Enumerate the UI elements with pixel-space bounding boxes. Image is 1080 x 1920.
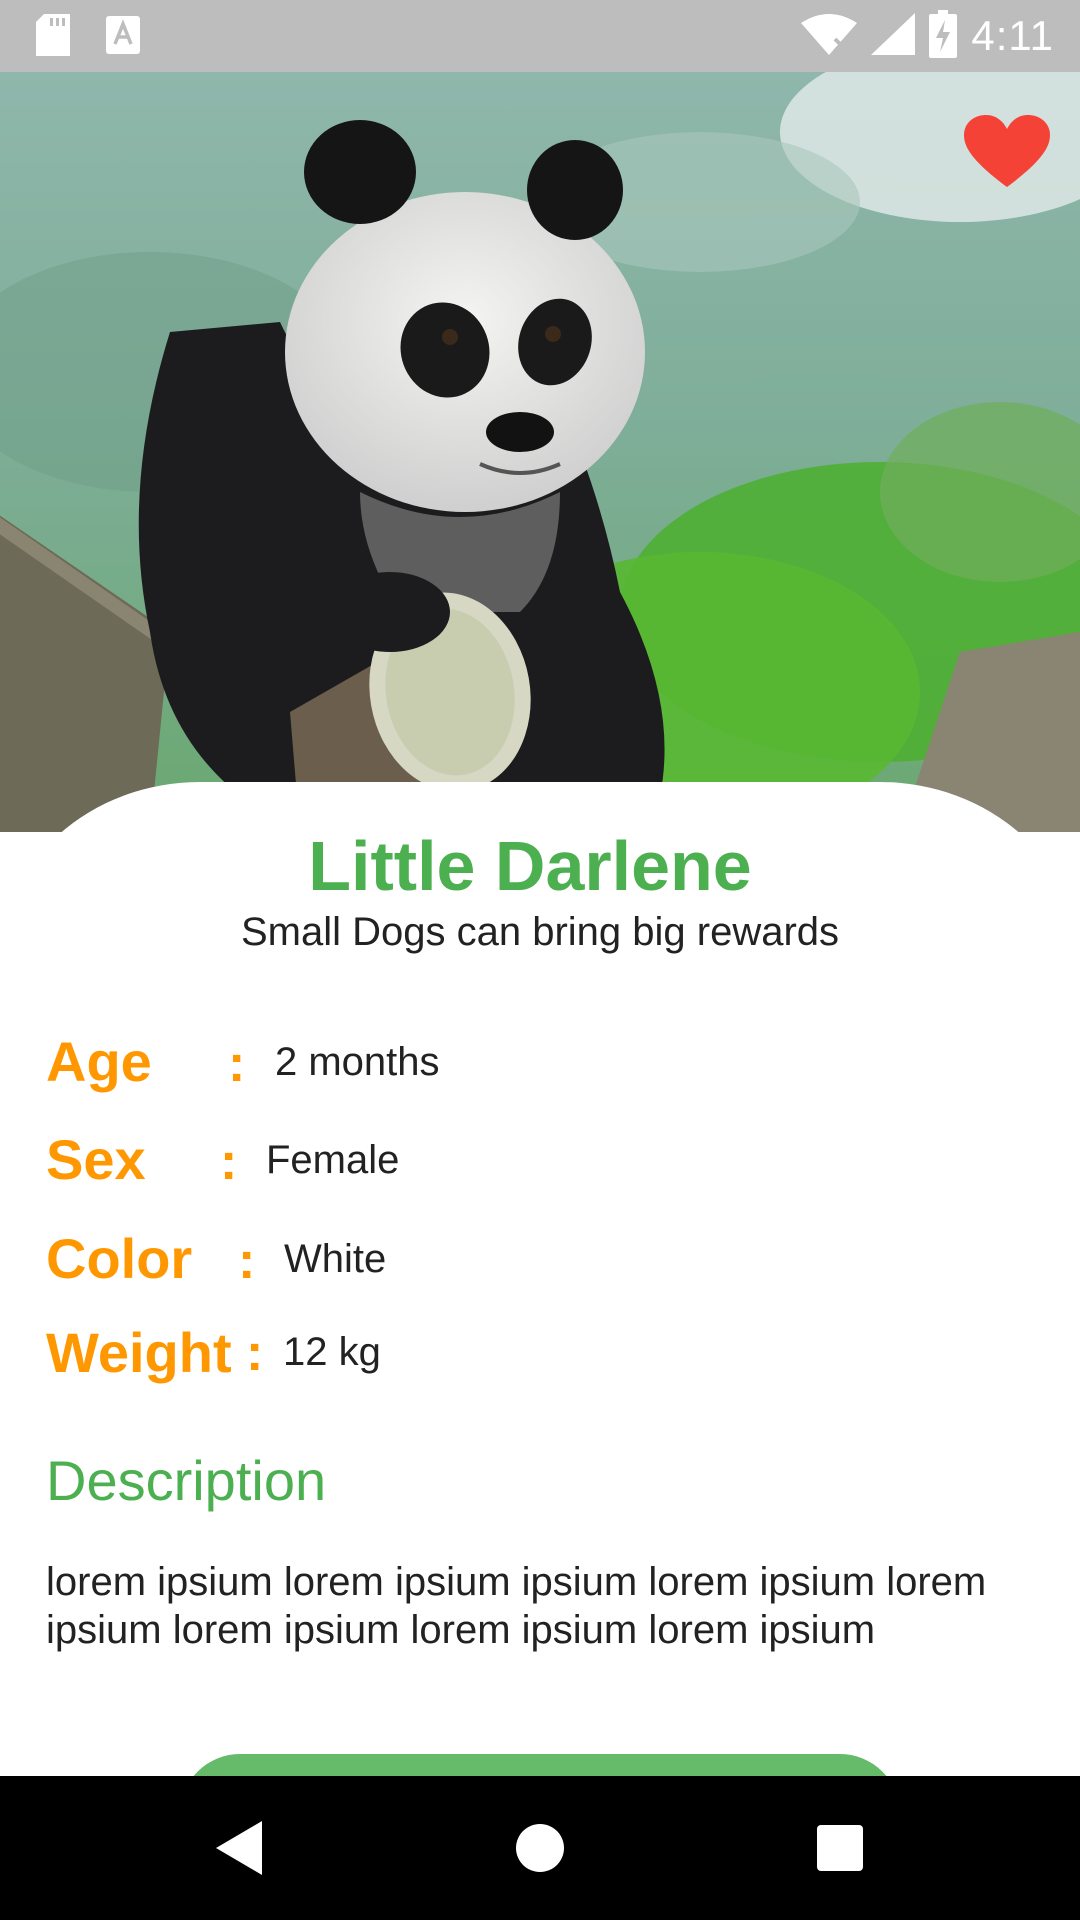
pet-tagline: Small Dogs can bring big rewards xyxy=(240,910,840,954)
font-a-icon xyxy=(106,16,140,59)
favorite-button[interactable] xyxy=(964,115,1050,189)
recents-icon xyxy=(817,1825,863,1871)
attribute-value: 12 kg xyxy=(283,1330,381,1374)
attribute-label: Weight xyxy=(46,1320,232,1384)
attribute-row-color: Color xyxy=(46,1223,192,1293)
status-time: 4:11 xyxy=(971,12,1054,59)
attribute-value: 2 months xyxy=(275,1040,440,1084)
attribute-value: Female xyxy=(266,1138,400,1182)
recents-button[interactable] xyxy=(768,1776,912,1920)
attribute-separator: : xyxy=(228,1035,246,1093)
attribute-label: Color xyxy=(46,1226,193,1290)
back-button[interactable] xyxy=(168,1776,312,1920)
battery-charging-icon xyxy=(929,9,958,63)
attribute-separator: : xyxy=(220,1133,238,1191)
back-icon xyxy=(216,1821,262,1875)
attribute-separator: : xyxy=(238,1232,256,1290)
attribute-label: Sex xyxy=(46,1127,146,1191)
attribute-value: White xyxy=(284,1237,387,1281)
pet-name: Little Darlene xyxy=(308,827,752,905)
attribute-separator: : xyxy=(246,1324,264,1382)
attribute-row-weight: Weight xyxy=(46,1317,232,1387)
signal-icon xyxy=(871,12,916,60)
attribute-row-age: Age xyxy=(46,1026,152,1096)
home-icon xyxy=(516,1824,564,1872)
navigation-bar xyxy=(0,1776,1080,1920)
pet-photo xyxy=(0,72,1080,832)
wifi-off-icon xyxy=(801,13,858,60)
sd-card-icon xyxy=(36,14,70,61)
description-text: lorem ipsium lorem ipsium ipsium lorem i… xyxy=(46,1560,987,1652)
attribute-label: Age xyxy=(46,1029,152,1093)
home-button[interactable] xyxy=(468,1776,612,1920)
status-bar: 4:11 xyxy=(0,0,1080,72)
heart-icon xyxy=(964,115,1050,187)
attribute-row-sex: Sex xyxy=(46,1124,146,1194)
description-heading: Description xyxy=(46,1449,327,1512)
